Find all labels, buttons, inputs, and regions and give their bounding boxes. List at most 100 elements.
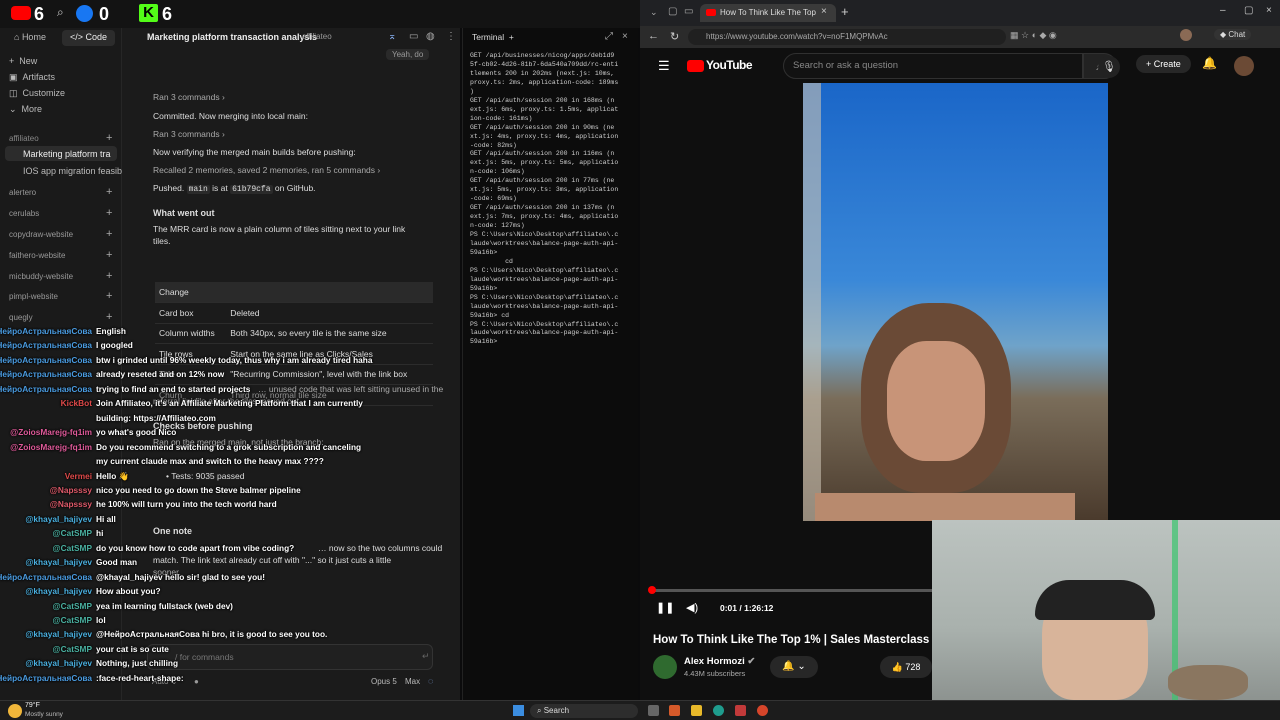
add-icon[interactable]: + <box>106 132 112 144</box>
project-quegly[interactable]: quegly <box>9 313 33 322</box>
create-button[interactable]: + Create <box>1136 55 1191 73</box>
layout-icon[interactable]: ▭ <box>409 31 418 42</box>
terminal-line: ext.js: 6ms, proxy.ts: 1.5ms, applicat <box>470 105 619 113</box>
mic-icon[interactable]: ● <box>194 677 199 686</box>
tool-summary[interactable]: Recalled 2 memories, saved 2 memories, r… <box>153 165 380 175</box>
task-view-icon[interactable] <box>648 705 659 716</box>
terminal-panel[interactable]: Terminal + ⤢ × GET /api/businesses/nicog… <box>462 28 638 700</box>
add-icon[interactable]: + <box>106 228 112 240</box>
add-icon[interactable]: + <box>106 207 112 219</box>
webcam-cat <box>1168 665 1248 700</box>
notifications-icon[interactable]: 🔔 <box>1202 56 1217 70</box>
workspaces-icon[interactable]: ▢ <box>668 6 677 17</box>
app-icon[interactable] <box>735 705 746 716</box>
new-tab-icon[interactable]: + <box>841 4 849 19</box>
expand-icon[interactable]: ⤢ <box>605 31 613 42</box>
chat-message: trying to find an end to started project… <box>96 383 251 394</box>
youtube-logo-icon[interactable] <box>687 60 704 72</box>
extensions-icon[interactable]: ▦ ☆ ◐ ◆ ◉ <box>1010 30 1057 41</box>
assistant-text: Pushed. main is at 61b79cfa on GitHub. <box>153 183 316 194</box>
progress-track[interactable] <box>650 589 940 592</box>
chat-username: @CatSMP <box>52 542 92 553</box>
terminal-line: ion-code: 161ms) <box>470 114 533 122</box>
more-menu-icon[interactable]: ⋮ <box>446 31 456 42</box>
minimize-icon[interactable]: – <box>1220 5 1226 16</box>
tab-home[interactable]: ⌂ Home <box>6 30 54 46</box>
effort-selector[interactable]: Max <box>405 677 420 686</box>
edge-icon[interactable] <box>713 705 724 716</box>
assistant-text: Committed. Now merging into local main: <box>153 111 308 121</box>
facebook-viewer-count: 0 <box>99 4 110 24</box>
project-header: affiliateo <box>9 134 39 143</box>
model-selector[interactable]: Opus 5 <box>371 677 397 686</box>
project-faithero[interactable]: faithero-website <box>9 251 65 260</box>
customize-item[interactable]: ◫ Customize <box>9 88 65 99</box>
copilot-chat-button[interactable]: ◆ Chat <box>1214 29 1252 40</box>
app-icon[interactable] <box>669 705 680 716</box>
weather-temp: 79°F <box>25 702 40 709</box>
windows-taskbar: 79°F Mostly sunny ⌕ Search <box>0 700 1280 720</box>
youtube-logo-text[interactable]: YouTube <box>706 58 753 72</box>
chat-message: Do you recommend switching to a grok sub… <box>96 441 362 452</box>
chat-username: @ZoiosMarejg-fq1im <box>10 441 92 452</box>
add-icon[interactable]: + <box>106 311 112 323</box>
maximize-icon[interactable]: ▢ <box>1244 5 1253 16</box>
project-alertero[interactable]: alertero <box>9 188 36 197</box>
project-copydraw[interactable]: copydraw-website <box>9 230 73 239</box>
start-icon[interactable] <box>513 705 524 716</box>
chat-message: @НейроАстральнаяСова hi bro, it is good … <box>96 629 328 640</box>
close-tab-icon[interactable]: × <box>821 6 827 17</box>
file-explorer-icon[interactable] <box>691 705 702 716</box>
project-pimpl[interactable]: pimpl-website <box>9 292 58 301</box>
refresh-icon[interactable]: ↻ <box>670 30 679 43</box>
volume-icon[interactable]: ◀) <box>686 601 698 614</box>
thumbs-up-icon: 👍 <box>891 662 906 672</box>
chat-username: НейроАстральнаяСова <box>0 326 92 336</box>
assistant-text: • Tests: 9035 passed <box>166 471 245 481</box>
mic-icon[interactable]: 🎙 <box>1098 56 1120 78</box>
add-icon[interactable]: + <box>106 249 112 261</box>
search-placeholder: Search or ask a question <box>793 60 899 71</box>
tool-summary[interactable]: Ran 3 commands › <box>153 129 225 139</box>
tab-actions-icon[interactable]: ▭ <box>684 6 693 17</box>
chat-username: @Napsssy <box>49 499 92 510</box>
project-micbuddy[interactable]: micbuddy-website <box>9 272 73 281</box>
close-window-icon[interactable]: × <box>1266 5 1272 16</box>
chat-username: @CatSMP <box>52 528 92 539</box>
add-icon[interactable]: + <box>106 270 112 282</box>
terminal-line: cd <box>470 257 513 265</box>
close-icon[interactable]: × <box>622 31 628 42</box>
chat-username: НейроАстральнаяСова <box>0 369 92 380</box>
terminal-line: PS C:\Users\Nico\Desktop\affiliateo\.c <box>470 266 619 274</box>
add-icon[interactable]: + <box>106 290 112 302</box>
project-cerulabs[interactable]: cerulabs <box>9 209 39 218</box>
tool-summary[interactable]: Ran 3 commands › <box>153 92 225 102</box>
terminal-line: -code: 82ms) <box>470 141 517 149</box>
obs-icon[interactable] <box>757 705 768 716</box>
progress-scrubber[interactable] <box>648 586 656 594</box>
tab-code[interactable]: </> Code <box>62 30 116 46</box>
chat-message: your cat is so cute <box>96 643 169 654</box>
channel-name[interactable]: Alex Hormozi ✔ <box>684 656 755 667</box>
channel-avatar[interactable] <box>653 655 677 679</box>
chat-username: @CatSMP <box>52 615 92 625</box>
account-avatar[interactable] <box>1234 56 1254 76</box>
tab-menu-icon[interactable]: ⌄ <box>650 7 658 18</box>
more-item[interactable]: ⌄ More <box>9 104 42 115</box>
terminal-toggle-icon[interactable]: ⌅ <box>388 31 396 42</box>
like-button[interactable]: 👍 728 <box>880 656 932 678</box>
add-icon[interactable]: + <box>106 186 112 198</box>
pause-icon[interactable]: ❚❚ <box>656 601 674 614</box>
artifacts-item[interactable]: ▣ Artifacts <box>9 72 55 83</box>
globe-icon[interactable]: ◍ <box>426 31 435 42</box>
video-player[interactable] <box>803 83 1108 521</box>
send-icon[interactable]: ↵ <box>422 651 430 662</box>
hamburger-menu-icon[interactable]: ☰ <box>658 58 670 74</box>
subscribe-bell-button[interactable]: 🔔 ⌄ <box>770 656 818 678</box>
session-item[interactable]: IOS app migration feasib <box>23 166 122 176</box>
terminal-line: PS C:\Users\Nico\Desktop\affiliateo\.c <box>470 293 619 301</box>
back-icon[interactable]: ← <box>648 30 659 42</box>
profile-avatar[interactable] <box>1180 29 1192 41</box>
new-session-item[interactable]: + New <box>9 56 37 66</box>
webcam-cap <box>1035 580 1155 620</box>
